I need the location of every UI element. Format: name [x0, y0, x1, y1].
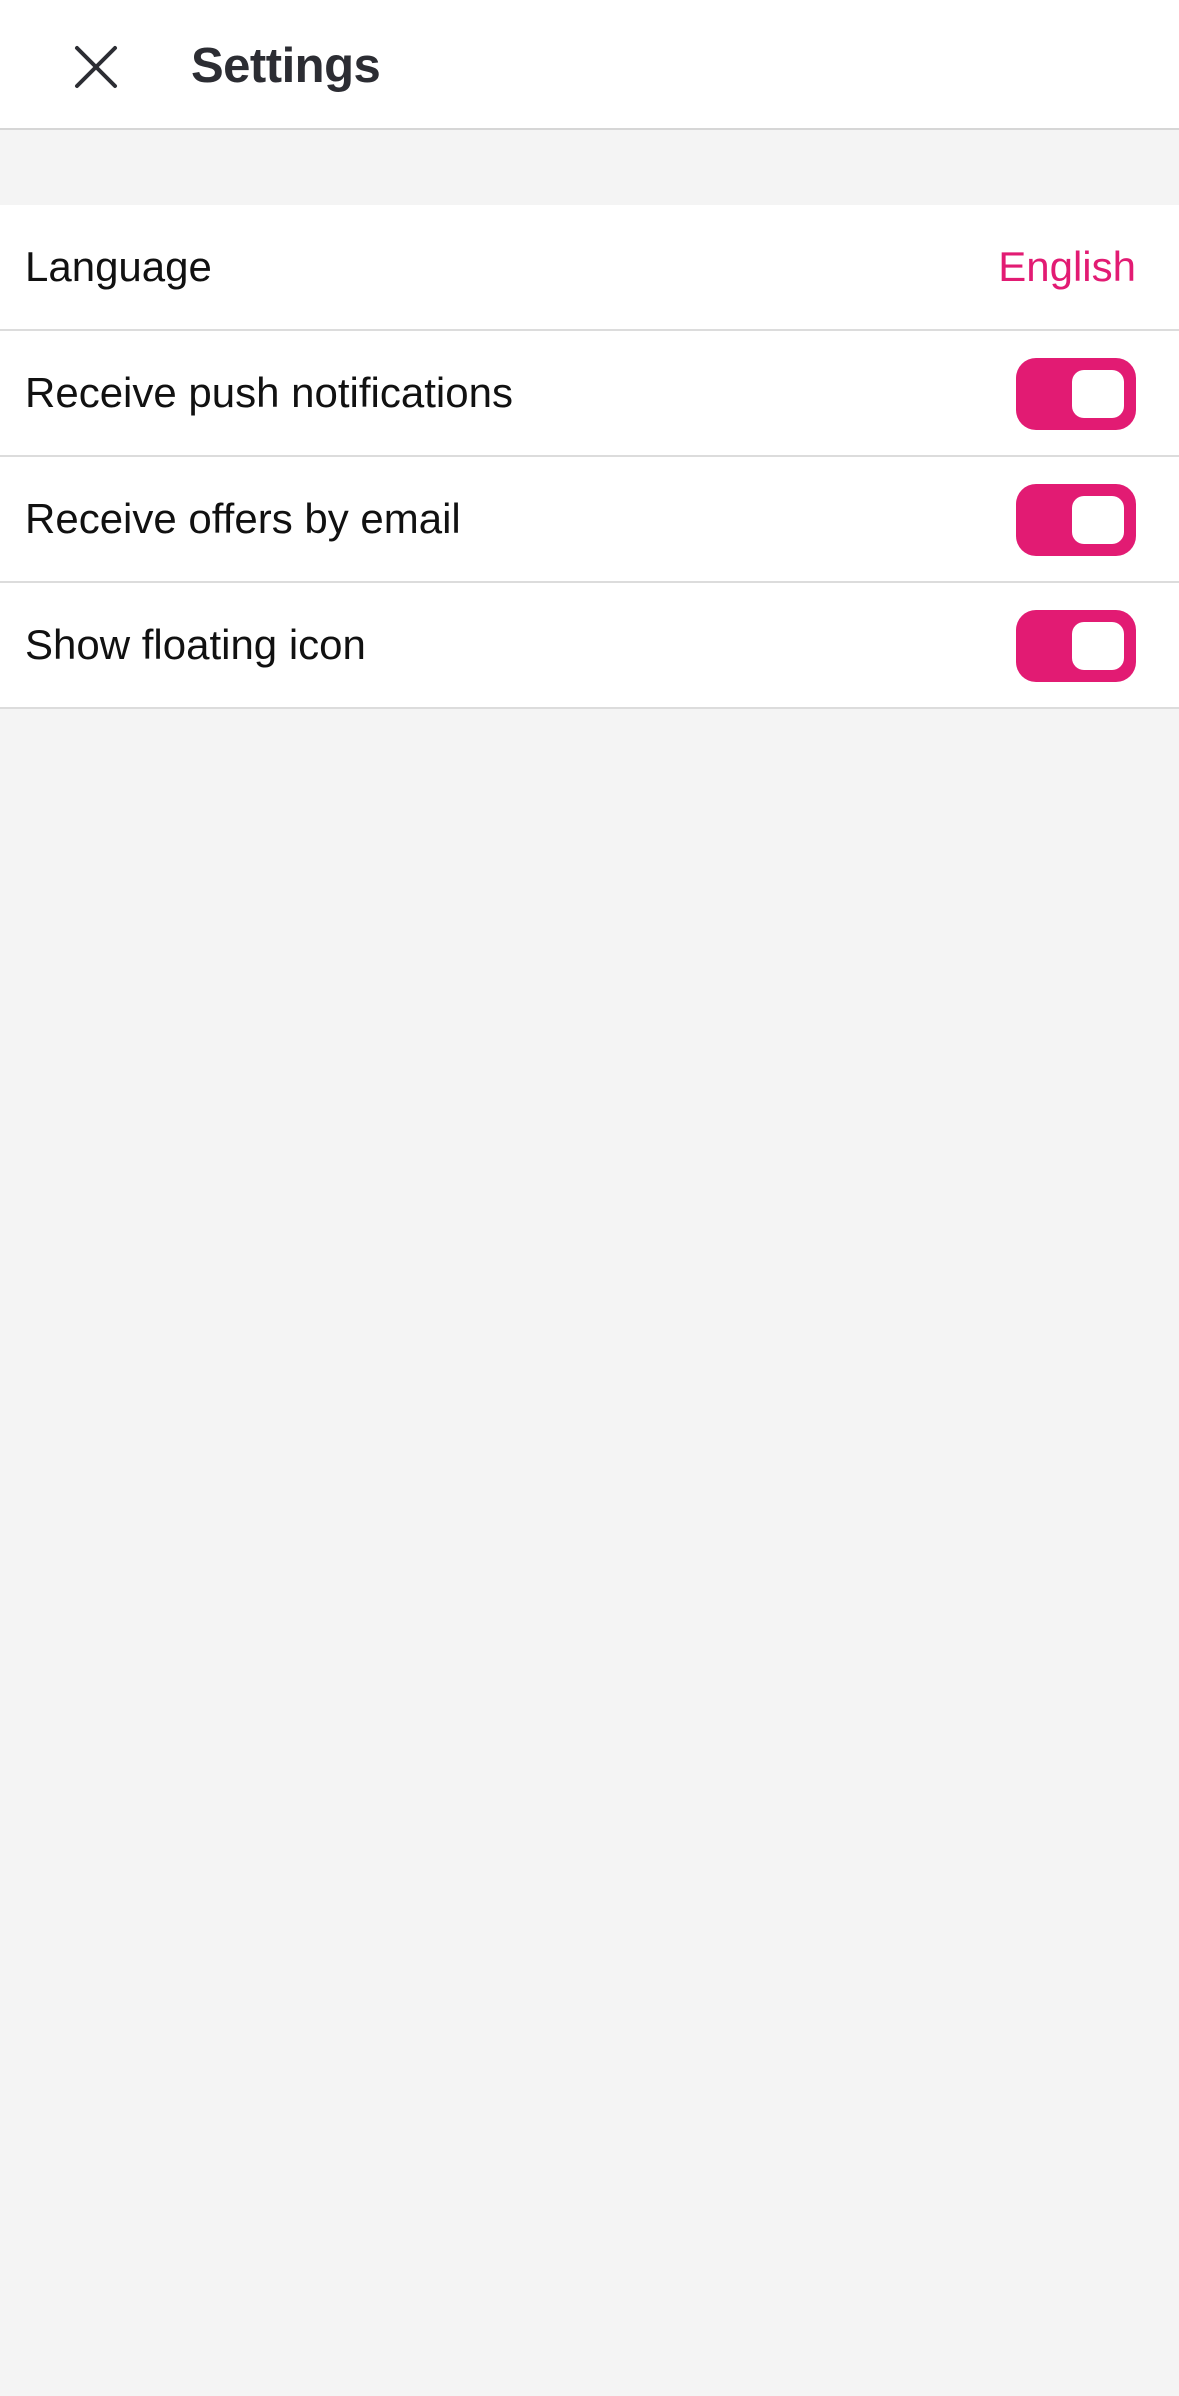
language-value[interactable]: English [998, 205, 1136, 329]
settings-row-push-notifications: Receive push notifications [0, 331, 1179, 457]
floating-icon-toggle[interactable] [1016, 610, 1136, 682]
close-icon [75, 46, 117, 88]
settings-row-offers-email: Receive offers by email [0, 457, 1179, 583]
settings-list: Language English Receive push notificati… [0, 205, 1179, 709]
toggle-knob [1072, 496, 1124, 544]
floating-icon-label: Show floating icon [25, 621, 366, 668]
toggle-knob [1072, 622, 1124, 670]
settings-row-floating-icon: Show floating icon [0, 583, 1179, 709]
top-app-bar: Settings [0, 0, 1179, 130]
toggle-knob [1072, 370, 1124, 418]
settings-row-language[interactable]: Language English [0, 205, 1179, 331]
page-title: Settings [191, 39, 381, 93]
language-label: Language [25, 243, 212, 290]
offers-email-label: Receive offers by email [25, 495, 461, 542]
close-button[interactable] [60, 31, 132, 103]
offers-email-toggle[interactable] [1016, 484, 1136, 556]
push-notifications-label: Receive push notifications [25, 369, 513, 416]
push-notifications-toggle[interactable] [1016, 358, 1136, 430]
